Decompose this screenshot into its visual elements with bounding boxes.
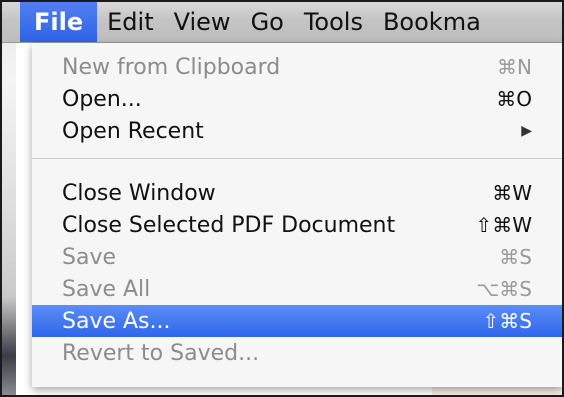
menu-item-label: Open Recent <box>62 118 204 144</box>
shortcut-label: ⌘O <box>496 87 532 111</box>
screenshot-frame: File Edit View Go Tools Bookma New from … <box>0 0 564 397</box>
menu-item-close-window[interactable]: Close Window ⌘W <box>32 177 562 209</box>
menu-item-revert-to-saved: Revert to Saved... <box>32 337 562 369</box>
menu-view[interactable]: View <box>164 2 241 42</box>
file-menu-dropdown: New from Clipboard ⌘N Open... ⌘O Open Re… <box>32 43 562 387</box>
menu-item-new-from-clipboard: New from Clipboard ⌘N <box>32 51 562 83</box>
menu-item-save-all: Save All ⌥⌘S <box>32 273 562 305</box>
menu-item-label: Save As... <box>62 308 171 334</box>
menu-go[interactable]: Go <box>241 2 294 42</box>
shortcut-label: ⌥⌘S <box>476 277 532 301</box>
menu-file[interactable]: File <box>20 2 98 42</box>
menu-item-label: Revert to Saved... <box>62 340 260 366</box>
menu-item-label: Save <box>62 244 117 270</box>
menu-edit[interactable]: Edit <box>97 2 163 42</box>
menu-tools[interactable]: Tools <box>294 2 373 42</box>
app-backdrop <box>2 2 16 395</box>
menu-item-open-recent[interactable]: Open Recent ▶ <box>32 115 562 147</box>
shortcut-label: ⌘N <box>497 55 532 79</box>
menu-item-save-as[interactable]: Save As... ⇧⌘S <box>32 305 562 337</box>
submenu-arrow-icon: ▶ <box>521 123 532 139</box>
menu-item-label: Save All <box>62 276 151 302</box>
menu-separator <box>32 158 562 159</box>
shortcut-label: ⇧⌘S <box>482 309 532 333</box>
menu-bookmarks[interactable]: Bookma <box>373 2 491 42</box>
menu-item-label: Open... <box>62 86 142 112</box>
menu-item-label: Close Window <box>62 180 216 206</box>
menu-item-save: Save ⌘S <box>32 241 562 273</box>
menu-item-label: New from Clipboard <box>62 54 281 80</box>
menu-item-label: Close Selected PDF Document <box>62 212 396 238</box>
menu-bar: File Edit View Go Tools Bookma <box>2 2 562 43</box>
menu-item-open[interactable]: Open... ⌘O <box>32 83 562 115</box>
shortcut-label: ⇧⌘W <box>475 213 532 237</box>
shortcut-label: ⌘S <box>499 245 532 269</box>
shortcut-label: ⌘W <box>492 181 532 205</box>
menu-item-close-selected-pdf[interactable]: Close Selected PDF Document ⇧⌘W <box>32 209 562 241</box>
